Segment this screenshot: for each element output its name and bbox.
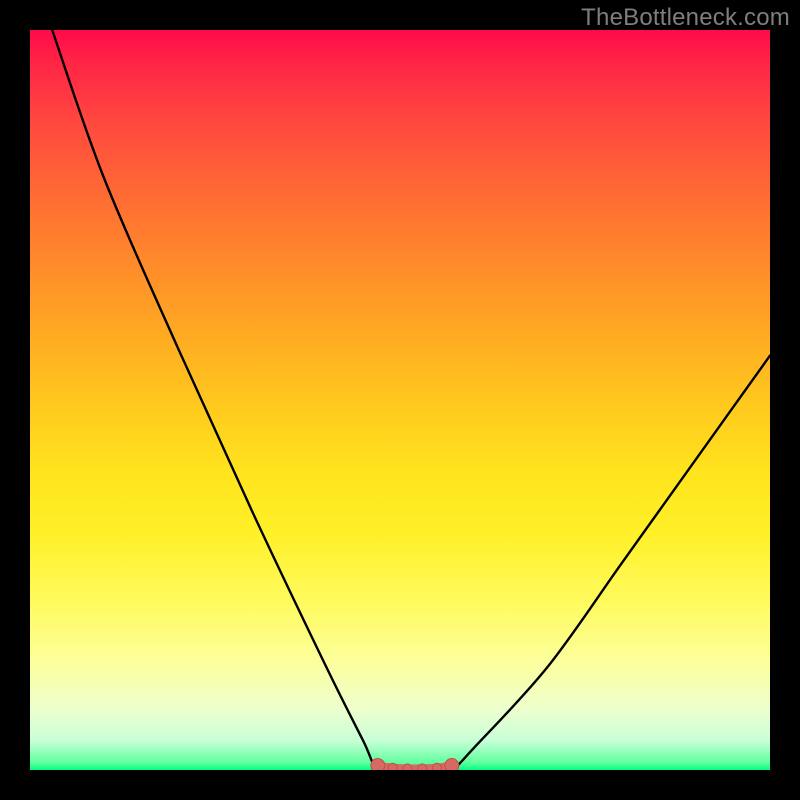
chart-frame: TheBottleneck.com (0, 0, 800, 800)
plot-area (30, 30, 770, 770)
bottleneck-curve (52, 30, 770, 770)
optimal-range-marker (403, 764, 412, 770)
bottleneck-chart (30, 30, 770, 770)
optimal-range-marker (371, 759, 385, 770)
optimal-range-marker (445, 759, 459, 770)
optimal-range-marker (433, 763, 442, 770)
optimal-range-marker (388, 763, 397, 770)
credit-label: TheBottleneck.com (581, 4, 790, 32)
optimal-range-marker (418, 764, 427, 770)
